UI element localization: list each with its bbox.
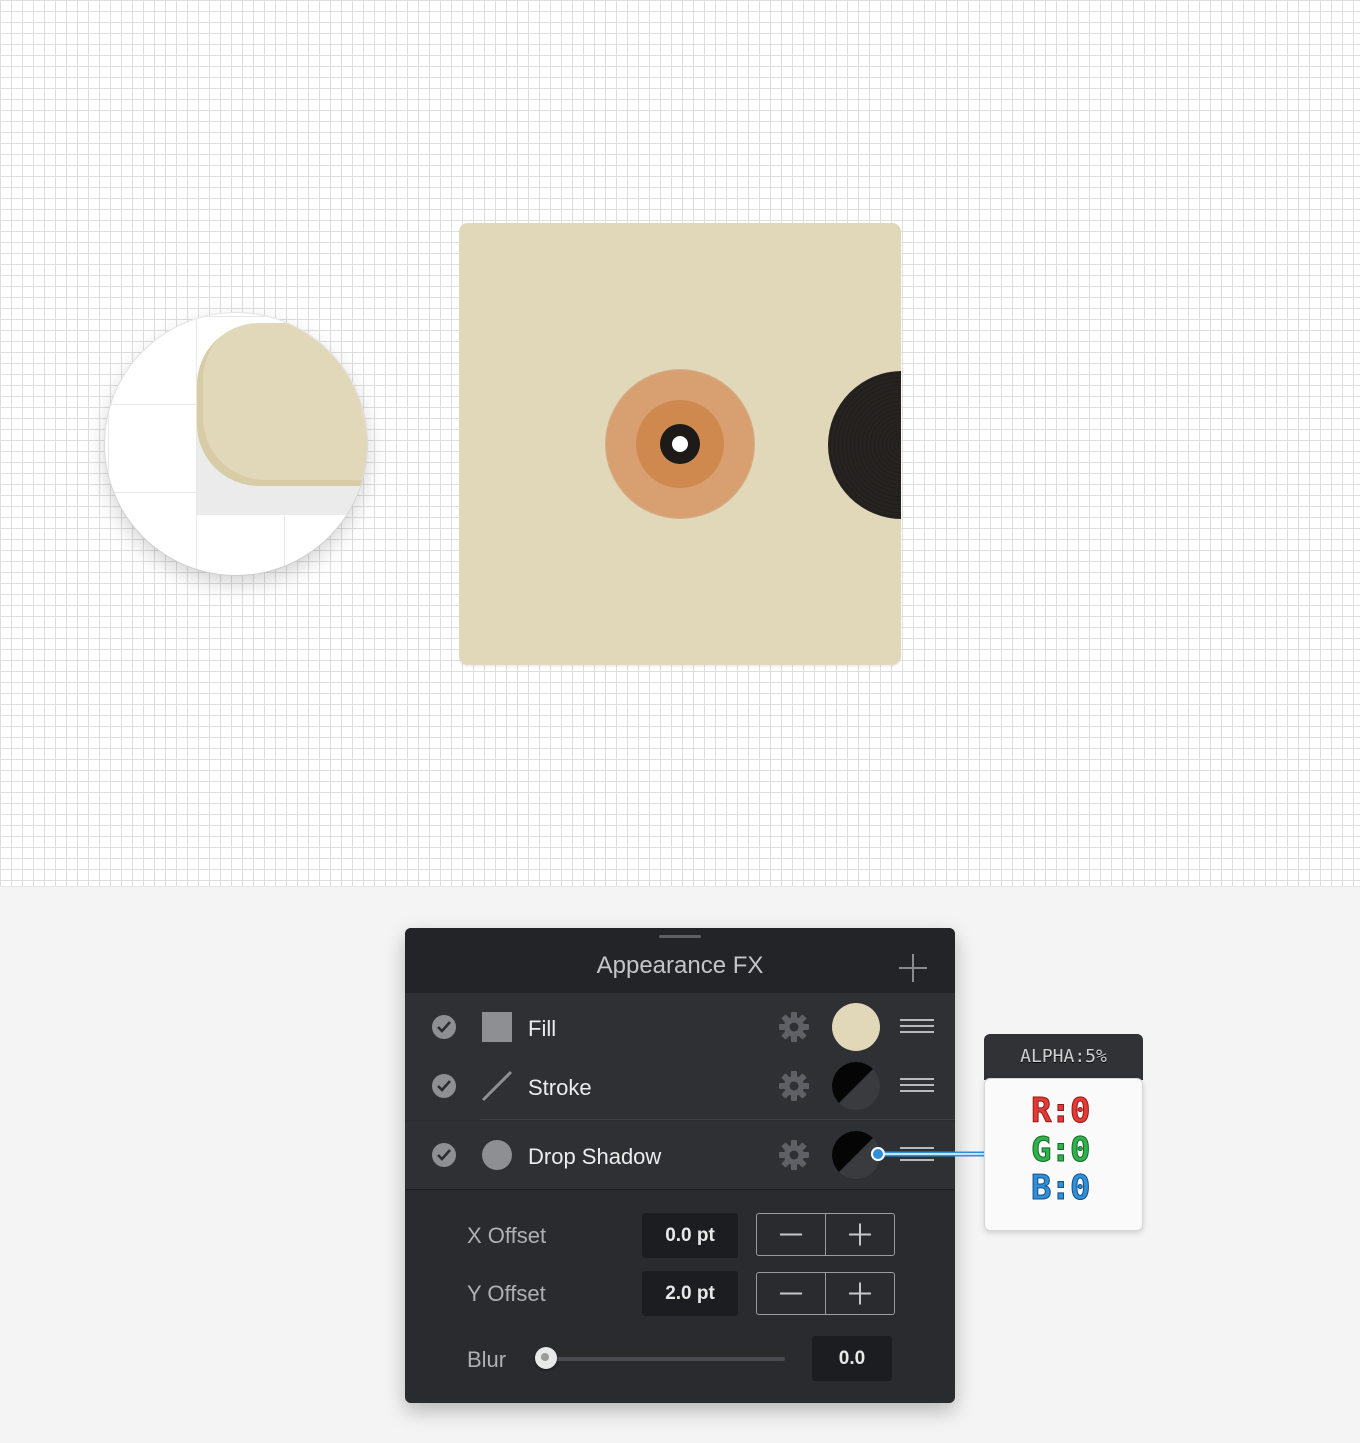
plus-icon[interactable] [826, 1214, 894, 1255]
fill-color-swatch[interactable] [832, 1003, 880, 1051]
fill-square-icon [482, 1012, 512, 1042]
stroke-color-swatch[interactable] [832, 1062, 880, 1110]
section-divider [405, 1189, 955, 1190]
record-label-ring [660, 424, 700, 464]
gear-icon[interactable] [778, 1139, 810, 1171]
panel-title: Appearance FX [596, 952, 764, 979]
record-label-outer[interactable] [606, 370, 754, 518]
gear-icon[interactable] [778, 1070, 810, 1102]
row-divider [480, 1119, 955, 1120]
vinyl-disc[interactable] [828, 371, 901, 519]
callout-anchor-dot [871, 1147, 885, 1161]
color-value-callout: ALPHA:5% R:0 G:0 B:0 [984, 1034, 1143, 1231]
appearance-fx-panel: Appearance FX Fill Stroke Drop Shadow X … [405, 928, 955, 1403]
callout-body: R:0 G:0 B:0 [984, 1078, 1143, 1231]
blur-value-field[interactable]: 0.0 [812, 1336, 892, 1381]
layer-label-drop-shadow: Drop Shadow [528, 1144, 662, 1169]
check-icon[interactable] [432, 1074, 456, 1098]
menu-icon[interactable] [900, 1019, 934, 1034]
minus-icon[interactable] [757, 1273, 826, 1314]
panel-header: Appearance FX [405, 928, 955, 993]
layer-label-stroke: Stroke [528, 1075, 592, 1100]
record-sleeve[interactable] [459, 223, 901, 665]
x-offset-stepper [756, 1213, 895, 1256]
artboard-canvas [0, 0, 1360, 887]
plus-icon[interactable] [897, 952, 929, 984]
drop-shadow-circle-icon [482, 1140, 512, 1170]
callout-connector [879, 1151, 985, 1157]
blur-slider-track[interactable] [547, 1357, 785, 1361]
callout-blue-value: B:0 [1030, 1168, 1090, 1209]
layer-label-fill: Fill [528, 1016, 557, 1041]
callout-red-value: R:0 [1030, 1091, 1090, 1132]
stroke-line-icon [481, 1070, 513, 1102]
panel-drag-grip[interactable] [659, 935, 701, 938]
minus-icon[interactable] [757, 1214, 826, 1255]
y-offset-label: Y Offset [467, 1281, 546, 1306]
magnified-sleeve-corner [197, 323, 367, 486]
plus-icon[interactable] [826, 1273, 894, 1314]
zoom-magnifier [105, 313, 367, 575]
gear-icon[interactable] [778, 1011, 810, 1043]
layer-row-stroke[interactable]: Stroke [405, 1052, 955, 1120]
callout-green-value: G:0 [1030, 1130, 1090, 1171]
y-offset-stepper [756, 1272, 895, 1315]
record-label-inner [636, 400, 724, 488]
record-spindle-hole [672, 436, 688, 452]
y-offset-field[interactable]: 2.0 pt [642, 1271, 738, 1316]
x-offset-label: X Offset [467, 1223, 547, 1248]
callout-alpha-label: ALPHA:5% [984, 1034, 1143, 1080]
blur-slider-knob[interactable] [535, 1347, 557, 1369]
check-icon[interactable] [432, 1015, 456, 1039]
menu-icon[interactable] [900, 1078, 934, 1093]
blur-label: Blur [467, 1347, 507, 1372]
x-offset-field[interactable]: 0.0 pt [642, 1213, 738, 1258]
check-icon[interactable] [432, 1143, 456, 1167]
layer-row-fill[interactable]: Fill [405, 993, 955, 1061]
